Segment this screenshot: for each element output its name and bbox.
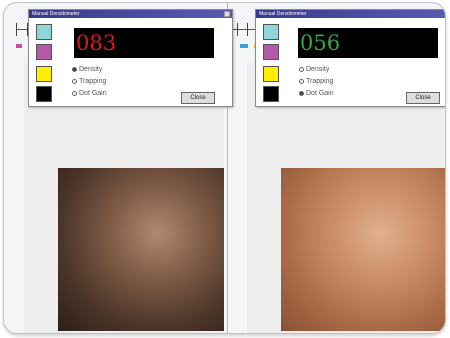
black-swatch[interactable] xyxy=(36,86,52,102)
option-label: Trapping xyxy=(306,78,334,85)
radio-icon[interactable] xyxy=(72,90,77,96)
option-density[interactable]: Density xyxy=(72,66,102,73)
option-label: Trapping xyxy=(79,78,107,85)
screenshot-frame: Manual Densitometer 083 Density Trapping… xyxy=(3,2,446,334)
dialog-titlebar: Manual Densitometer xyxy=(256,10,445,18)
yellow-swatch[interactable] xyxy=(263,66,279,82)
density-readout: 056 xyxy=(298,28,438,58)
option-trapping[interactable]: Trapping xyxy=(72,78,106,85)
densitometer-dialog-right: Manual Densitometer 056 Density Trapping… xyxy=(255,9,445,107)
option-label: Density xyxy=(79,66,103,73)
option-density[interactable]: Density xyxy=(299,66,329,73)
portrait-photo-left xyxy=(58,168,224,331)
radio-icon[interactable] xyxy=(72,78,77,84)
black-swatch[interactable] xyxy=(263,86,279,102)
cyan-swatch[interactable] xyxy=(263,24,279,40)
yellow-swatch[interactable] xyxy=(36,66,52,82)
dialog-title: Manual Densitometer xyxy=(32,11,80,17)
option-trapping[interactable]: Trapping xyxy=(299,78,333,85)
close-box-icon[interactable] xyxy=(224,11,230,17)
option-label: Dot Gain xyxy=(79,90,107,97)
close-button[interactable]: Close xyxy=(181,92,215,104)
density-readout: 083 xyxy=(74,28,214,58)
radio-icon[interactable] xyxy=(72,66,77,72)
option-dot-gain[interactable]: Dot Gain xyxy=(72,90,107,97)
dialog-titlebar: Manual Densitometer xyxy=(29,10,232,18)
cyan-swatch[interactable] xyxy=(36,24,52,40)
radio-icon[interactable] xyxy=(299,66,304,72)
magenta-swatch[interactable] xyxy=(36,44,52,60)
magenta-swatch[interactable] xyxy=(263,44,279,60)
color-bar-patch xyxy=(16,44,22,48)
option-label: Dot Gain xyxy=(306,90,334,97)
close-button[interactable]: Close xyxy=(406,92,440,104)
ruler-tick xyxy=(247,23,248,36)
portrait-photo-right xyxy=(281,168,445,331)
color-bar-patch xyxy=(240,44,248,48)
option-dot-gain[interactable]: Dot Gain xyxy=(299,90,334,97)
ruler-tick xyxy=(16,23,17,36)
densitometer-dialog-left: Manual Densitometer 083 Density Trapping… xyxy=(28,9,233,107)
dialog-title: Manual Densitometer xyxy=(259,11,307,17)
option-label: Density xyxy=(306,66,330,73)
radio-icon[interactable] xyxy=(299,90,304,96)
radio-icon[interactable] xyxy=(299,78,304,84)
ruler-tick xyxy=(236,23,238,36)
